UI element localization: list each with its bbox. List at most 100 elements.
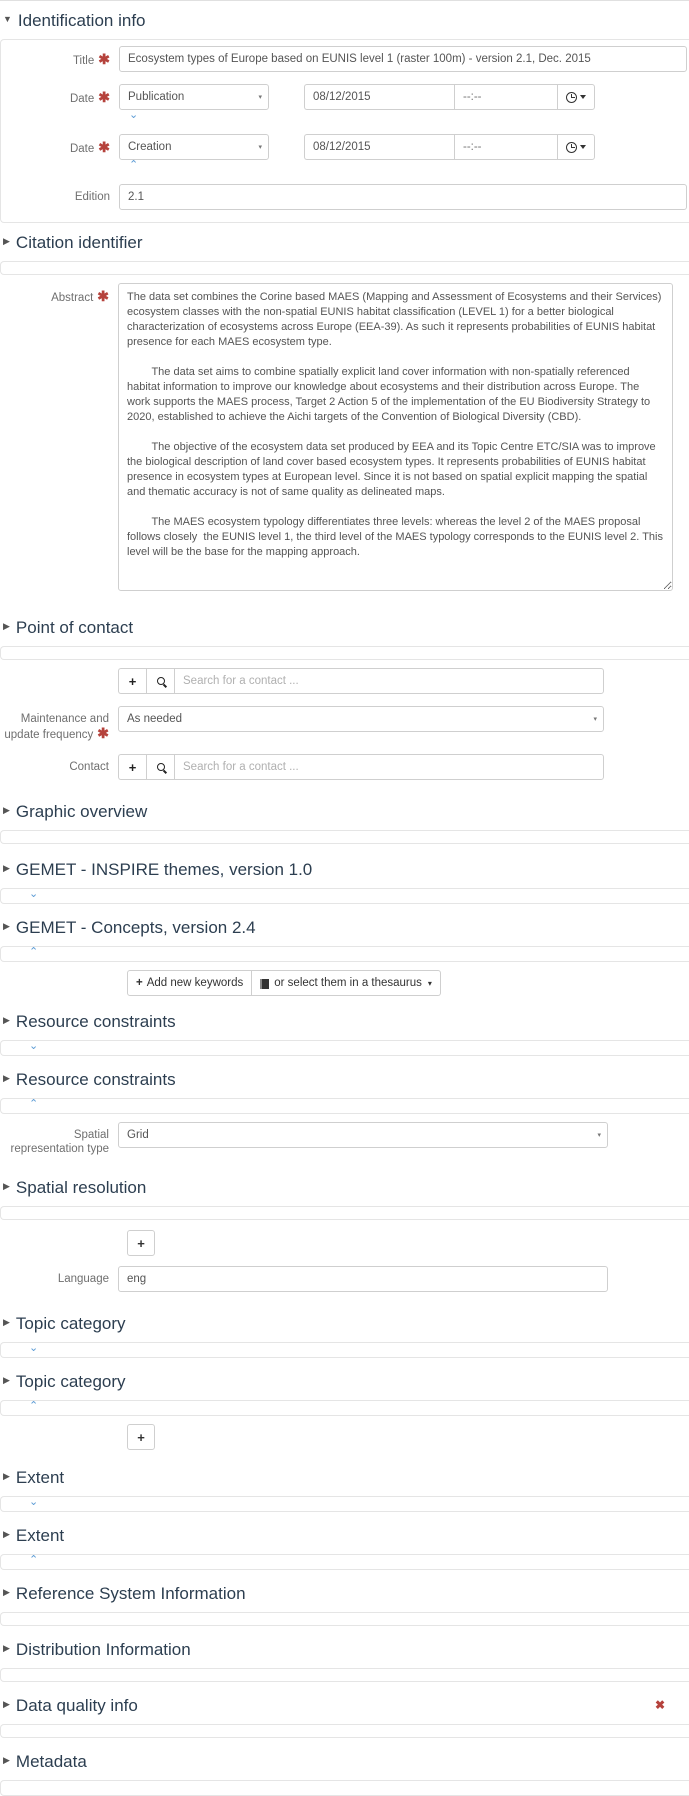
caret-collapsed-icon[interactable]: ▶ xyxy=(3,1317,10,1327)
reorder-up-button-gemet-concepts[interactable]: ⌃ xyxy=(1,947,689,960)
caret-collapsed-icon[interactable]: ▶ xyxy=(3,805,10,815)
distribution-information-title: Distribution Information xyxy=(15,1639,191,1659)
date-input-creation[interactable] xyxy=(304,134,454,160)
title-label: Title ✱ xyxy=(72,51,110,67)
gemet-concepts-title: GEMET - Concepts, version 2.4 xyxy=(15,917,256,937)
caret-collapsed-icon[interactable]: ▶ xyxy=(3,1471,10,1481)
reorder-down-button-publication[interactable]: ⌄ xyxy=(129,110,269,122)
caret-collapsed-icon[interactable]: ▶ xyxy=(3,863,10,873)
extent-1-panel: ⌄ xyxy=(0,1496,689,1512)
date-type-select-creation[interactable]: Creation xyxy=(119,134,269,160)
add-spatial-resolution-button[interactable]: + xyxy=(127,1230,155,1256)
section-extent-2: ▶ Extent ⌃ xyxy=(0,1516,689,1570)
caret-collapsed-icon[interactable]: ▶ xyxy=(3,1181,10,1191)
caret-collapsed-icon[interactable]: ▶ xyxy=(3,1073,10,1083)
reorder-up-button-topic-category-2[interactable]: ⌃ xyxy=(1,1401,689,1414)
citation-identifier-panel xyxy=(0,261,689,275)
chevron-down-icon xyxy=(580,145,586,149)
spatial-representation-type-select[interactable]: Grid xyxy=(118,1122,608,1148)
reorder-up-button-creation[interactable]: ⌃ xyxy=(129,160,269,172)
distribution-information-header[interactable]: ▶ Distribution Information xyxy=(0,1630,689,1668)
extent-2-header[interactable]: ▶ Extent xyxy=(0,1516,689,1554)
time-picker-button-publication[interactable] xyxy=(557,84,595,110)
section-extent-1: ▶ Extent ⌄ xyxy=(0,1458,689,1512)
gemet-inspire-title: GEMET - INSPIRE themes, version 1.0 xyxy=(15,859,313,879)
caret-collapsed-icon[interactable]: ▶ xyxy=(3,921,10,931)
reorder-up-button-extent-2[interactable]: ⌃ xyxy=(1,1555,689,1568)
section-metadata: ▶ Metadata xyxy=(0,1742,689,1796)
time-input-creation[interactable] xyxy=(454,134,557,160)
gemet-concepts-panel: ⌃ xyxy=(0,946,689,962)
point-of-contact-header[interactable]: ▶ Point of contact xyxy=(0,608,689,646)
time-input-publication[interactable] xyxy=(454,84,557,110)
caret-collapsed-icon[interactable]: ▶ xyxy=(3,1587,10,1597)
reference-system-information-header[interactable]: ▶ Reference System Information xyxy=(0,1574,689,1612)
resource-constraints-2-header[interactable]: ▶ Resource constraints xyxy=(0,1060,689,1098)
field-row-date-creation: Date ✱ Creation ▾ ⌃ xyxy=(1,134,689,172)
contact-search-input-2[interactable] xyxy=(174,754,604,780)
resource-constraints-1-header[interactable]: ▶ Resource constraints xyxy=(0,1002,689,1040)
field-row-title: Title ✱ xyxy=(1,46,689,72)
metadata-header[interactable]: ▶ Metadata xyxy=(0,1742,689,1780)
section-resource-constraints-1: ▶ Resource constraints ⌄ xyxy=(0,1002,689,1056)
delete-data-quality-info-button[interactable]: ✖ xyxy=(655,1698,665,1712)
chevron-down-icon xyxy=(580,95,586,99)
caret-collapsed-icon[interactable]: ▶ xyxy=(3,1755,10,1765)
caret-collapsed-icon[interactable]: ▶ xyxy=(3,621,10,631)
title-input[interactable] xyxy=(119,46,687,72)
topic-category-2-title: Topic category xyxy=(15,1371,126,1391)
clock-icon xyxy=(566,91,577,103)
field-row-edition: Edition xyxy=(1,184,689,210)
field-row-language: Language xyxy=(0,1266,689,1292)
topic-category-1-header[interactable]: ▶ Topic category xyxy=(0,1304,689,1342)
reorder-down-button-resource-constraints-1[interactable]: ⌄ xyxy=(1,1041,689,1054)
reorder-down-button-extent-1[interactable]: ⌄ xyxy=(1,1497,689,1510)
search-icon xyxy=(156,677,165,685)
caret-collapsed-icon[interactable]: ▶ xyxy=(3,1529,10,1539)
time-picker-button-creation[interactable] xyxy=(557,134,595,160)
select-thesaurus-button[interactable]: or select them in a thesaurus ▾ xyxy=(252,970,441,996)
gemet-inspire-header[interactable]: ▶ GEMET - INSPIRE themes, version 1.0 xyxy=(0,850,689,888)
search-contact-button[interactable] xyxy=(146,668,174,694)
identification-info-header[interactable]: ▼ Identification info xyxy=(0,1,689,39)
reference-system-information-title: Reference System Information xyxy=(15,1583,246,1603)
contact-search-input-1[interactable] xyxy=(174,668,604,694)
reorder-down-button-gemet-inspire[interactable]: ⌄ xyxy=(1,889,689,902)
caret-collapsed-icon[interactable]: ▶ xyxy=(3,1015,10,1025)
search-contact-button-2[interactable] xyxy=(146,754,174,780)
metadata-editor-form: ▼ Identification info Title ✱ Ecosystem … xyxy=(0,0,689,1796)
reorder-down-button-topic-category-1[interactable]: ⌄ xyxy=(1,1343,689,1356)
resource-constraints-2-title: Resource constraints xyxy=(15,1069,176,1089)
date-type-select-publication[interactable]: Publication xyxy=(119,84,269,110)
reorder-up-button-resource-constraints-2[interactable]: ⌃ xyxy=(1,1099,689,1112)
required-asterisk: ✱ xyxy=(97,725,109,741)
required-asterisk: ✱ xyxy=(98,51,110,67)
spatial-resolution-header[interactable]: ▶ Spatial resolution xyxy=(0,1168,689,1206)
required-asterisk: ✱ xyxy=(98,89,110,105)
language-input[interactable] xyxy=(118,1266,608,1292)
maintenance-frequency-label: Maintenance and update frequency ✱ xyxy=(4,713,109,741)
section-data-quality-info: ▶ Data quality info ✖ xyxy=(0,1686,689,1738)
maintenance-frequency-select[interactable]: As needed xyxy=(118,706,604,732)
date-input-publication[interactable] xyxy=(304,84,454,110)
caret-collapsed-icon[interactable]: ▶ xyxy=(3,236,10,246)
abstract-textarea[interactable]: The data set combines the Corine based M… xyxy=(118,283,673,591)
section-reference-system-information: ▶ Reference System Information xyxy=(0,1574,689,1626)
add-topic-category-button[interactable]: + xyxy=(127,1424,155,1450)
field-row-point-of-contact-search: + xyxy=(0,668,689,694)
topic-category-2-header[interactable]: ▶ Topic category xyxy=(0,1362,689,1400)
caret-collapsed-icon[interactable]: ▶ xyxy=(3,1699,10,1709)
add-contact-button-2[interactable]: + xyxy=(118,754,146,780)
caret-collapsed-icon[interactable]: ▶ xyxy=(3,1643,10,1653)
data-quality-info-header[interactable]: ▶ Data quality info xyxy=(0,1686,689,1724)
graphic-overview-header[interactable]: ▶ Graphic overview xyxy=(0,792,689,830)
gemet-concepts-header[interactable]: ▶ GEMET - Concepts, version 2.4 xyxy=(0,908,689,946)
extent-1-header[interactable]: ▶ Extent xyxy=(0,1458,689,1496)
caret-collapsed-icon[interactable]: ▶ xyxy=(3,1375,10,1385)
add-new-keywords-button[interactable]: + Add new keywords xyxy=(127,970,253,996)
edition-input[interactable] xyxy=(119,184,687,210)
citation-identifier-header[interactable]: ▶ Citation identifier xyxy=(0,223,689,261)
add-contact-button[interactable]: + xyxy=(118,668,146,694)
search-icon xyxy=(156,763,165,771)
caret-expanded-icon[interactable]: ▼ xyxy=(3,14,12,24)
